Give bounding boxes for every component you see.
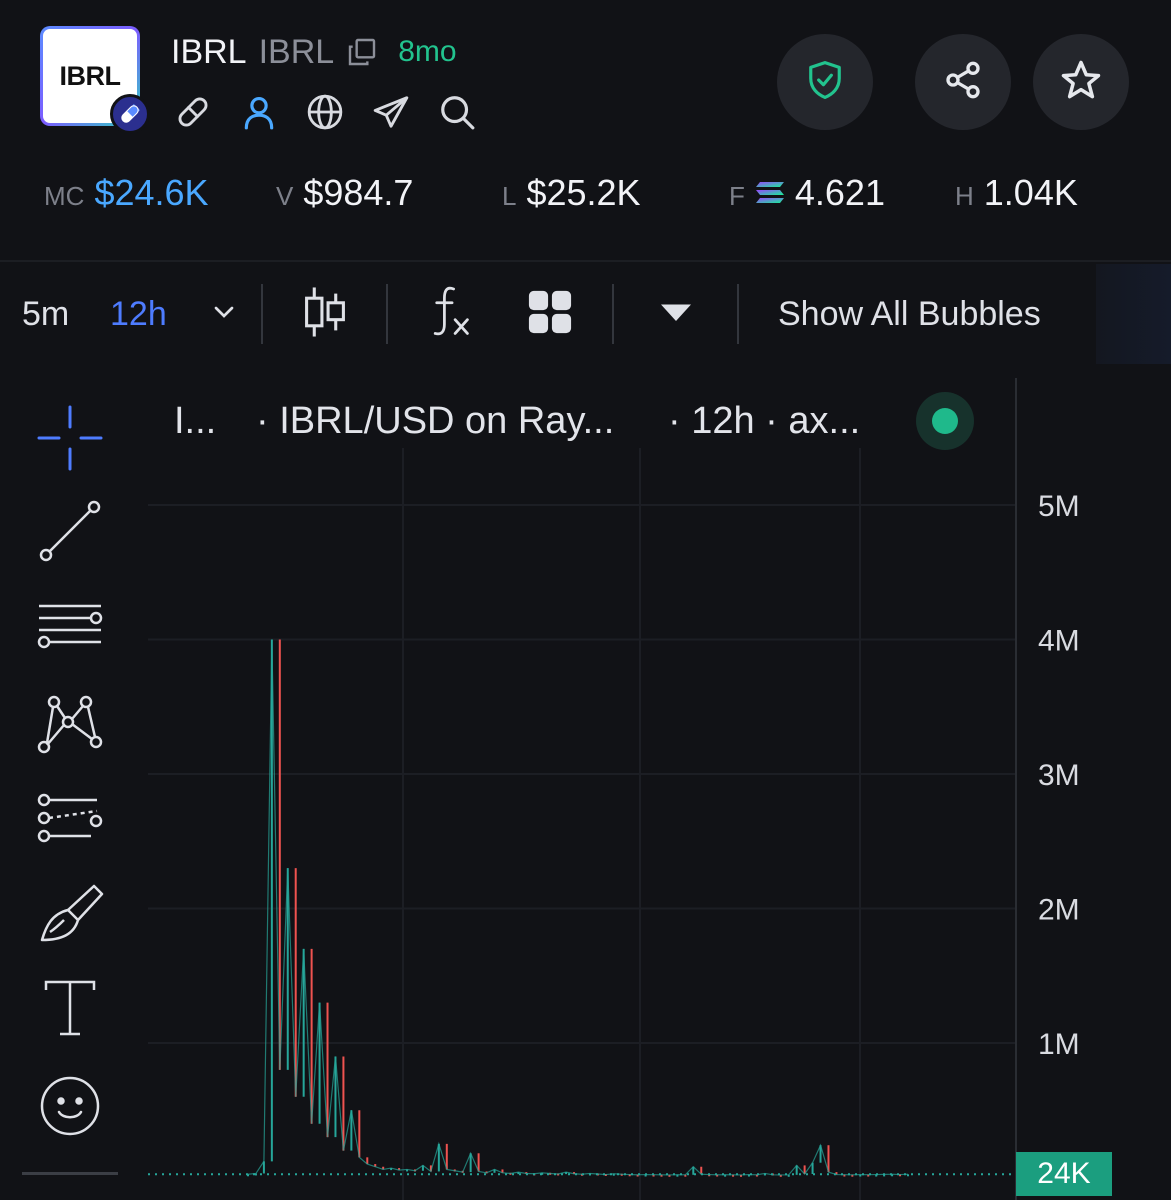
user-icon[interactable] <box>237 90 281 134</box>
y-axis-tick-label: 2M <box>1038 894 1080 927</box>
toolbar-separator <box>261 284 263 344</box>
show-all-bubbles-button[interactable]: Show All Bubbles <box>778 264 1041 364</box>
drawing-toolbar <box>0 380 140 1200</box>
trend-line-icon <box>37 498 103 569</box>
stat-label: L <box>502 181 517 211</box>
stat-value: 1.04K <box>983 172 1078 213</box>
crosshair-tool[interactable] <box>30 400 110 480</box>
text-tool[interactable] <box>30 970 110 1050</box>
text-icon <box>40 978 100 1043</box>
last-price-label: 24K <box>1016 1152 1112 1196</box>
price-chart[interactable]: 5M 4M 3M 2M 1M <box>148 378 1171 1200</box>
emoji-tool[interactable] <box>30 1068 110 1148</box>
token-age: 8mo <box>398 35 457 68</box>
toolbar-separator <box>737 284 739 344</box>
stat-label: MC <box>44 181 85 211</box>
brush-icon <box>34 880 106 951</box>
legend-symbol: I... <box>174 399 217 442</box>
crosshair-icon <box>37 405 103 476</box>
chart-type-button[interactable] <box>302 264 348 364</box>
show-all-bubbles-label: Show All Bubbles <box>778 294 1041 333</box>
indicators-button[interactable] <box>426 264 472 364</box>
stat-volume: V $984.7 <box>276 172 413 214</box>
share-icon <box>943 60 983 105</box>
stat-market-cap: MC $24.6K <box>44 172 209 214</box>
layout-button[interactable] <box>527 264 573 364</box>
legend-interval: · 12h · ax... <box>668 399 861 442</box>
stat-holders: H 1.04K <box>955 172 1078 214</box>
copy-icon[interactable] <box>346 36 378 68</box>
y-axis-tick-label: 3M <box>1038 759 1080 792</box>
y-axis-tick-label: 1M <box>1038 1028 1080 1061</box>
chevron-down-icon <box>208 296 240 333</box>
toolbar-separator <box>612 284 614 344</box>
favorite-button[interactable] <box>1033 34 1129 130</box>
stat-liquidity: L $25.2K <box>502 172 641 214</box>
stat-value: $25.2K <box>526 172 641 213</box>
y-axis-tick-label: 5M <box>1038 490 1080 523</box>
interval-12h[interactable]: 12h <box>110 264 167 364</box>
trend-line-tool[interactable] <box>30 493 110 573</box>
token-name-row: IBRL IBRL 8mo <box>171 30 457 74</box>
pattern-icon <box>35 690 105 761</box>
share-button[interactable] <box>915 34 1011 130</box>
chart-toolbar: 5m 12h Show All Bubbles <box>0 264 1171 364</box>
star-icon <box>1060 59 1102 106</box>
stat-value: 4.621 <box>794 172 885 213</box>
pattern-tool[interactable] <box>30 685 110 765</box>
interval-5m[interactable]: 5m <box>22 264 69 364</box>
interval-label: 12h <box>110 294 167 333</box>
link-icon[interactable] <box>171 90 215 134</box>
globe-icon[interactable] <box>303 90 347 134</box>
grid-layout-icon <box>527 289 573 340</box>
brush-tool[interactable] <box>30 875 110 955</box>
horizontal-lines-tool[interactable] <box>30 590 110 670</box>
function-icon <box>426 284 472 345</box>
caret-down-icon <box>658 300 694 329</box>
price-series-line <box>247 639 909 1176</box>
toolbar-overflow-fade <box>1096 264 1171 364</box>
stat-label: F <box>729 181 745 211</box>
tools-divider <box>22 1172 118 1175</box>
token-name: IBRL <box>171 32 247 71</box>
app-root: IBRL IBRL IBRL 8mo MC $24.6K V $984.7 L … <box>0 0 1171 1200</box>
search-icon[interactable] <box>435 90 479 134</box>
fib-retracement-icon <box>35 791 105 856</box>
security-button[interactable] <box>777 34 873 130</box>
section-divider <box>0 260 1171 262</box>
smiley-icon <box>38 1074 102 1143</box>
parallel-lines-icon <box>35 598 105 663</box>
stat-value: $24.6K <box>94 172 209 213</box>
interval-dropdown[interactable] <box>208 264 240 364</box>
token-stats: MC $24.6K V $984.7 L $25.2K F 4.621 H 1.… <box>0 172 1171 222</box>
token-logo: IBRL <box>40 26 150 134</box>
chart-legend: I... · IBRL/USD on Ray... · 12h · ax... <box>174 395 860 447</box>
solana-icon <box>755 180 785 206</box>
y-axis-tick-label: 4M <box>1038 625 1080 658</box>
telegram-icon[interactable] <box>369 90 413 134</box>
shield-check-icon <box>806 59 844 106</box>
interval-label: 5m <box>22 294 70 333</box>
toolbar-separator <box>386 284 388 344</box>
stat-value: $984.7 <box>303 172 414 213</box>
legend-pair: · IBRL/USD on Ray... <box>256 399 615 442</box>
candlestick-icon <box>302 284 348 345</box>
live-status-indicator <box>916 392 974 450</box>
token-ticker: IBRL <box>258 32 335 71</box>
stat-label: V <box>276 181 294 211</box>
stat-fees: F 4.621 <box>729 172 885 214</box>
pill-badge-icon <box>110 94 150 134</box>
more-dropdown[interactable] <box>658 264 694 364</box>
stat-label: H <box>955 181 974 211</box>
fib-tool[interactable] <box>30 783 110 863</box>
social-links <box>171 90 479 134</box>
